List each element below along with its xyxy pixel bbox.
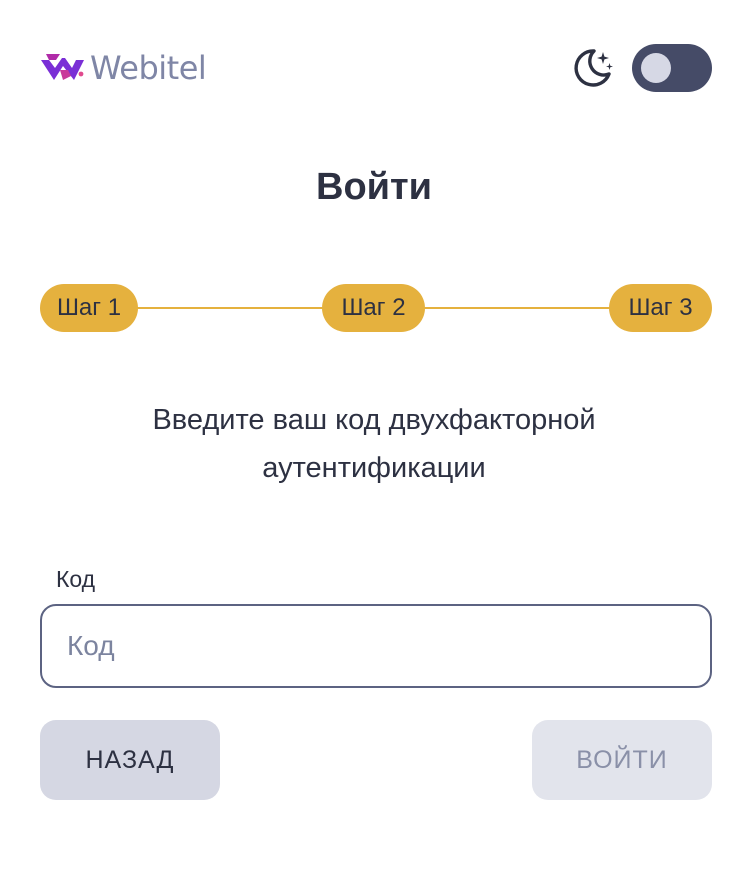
login-page: Webitel Войти Шаг 1 Шаг 2 Шаг 3 Введите … <box>0 0 748 890</box>
step-2-badge: Шаг 2 <box>322 284 425 332</box>
login-button[interactable]: ВОЙТИ <box>532 720 712 800</box>
code-input[interactable] <box>40 604 712 688</box>
back-button[interactable]: НАЗАД <box>40 720 220 800</box>
instruction-text: Введите ваш код двухфакторной аутентифик… <box>152 404 596 484</box>
code-field-label: Код <box>56 566 96 592</box>
header: Webitel <box>40 42 712 94</box>
theme-controls <box>570 44 712 92</box>
webitel-logo: Webitel <box>40 49 207 87</box>
step-indicator: Шаг 1 Шаг 2 Шаг 3 <box>40 284 712 332</box>
logo-text: Webitel <box>90 49 207 87</box>
page-title: Войти <box>316 166 432 208</box>
step-1-badge: Шаг 1 <box>40 284 138 332</box>
theme-toggle[interactable] <box>632 44 712 92</box>
moon-stars-icon[interactable] <box>570 46 614 90</box>
step-3-badge: Шаг 3 <box>609 284 712 332</box>
webitel-logo-icon <box>41 54 84 80</box>
toggle-knob <box>641 53 671 83</box>
